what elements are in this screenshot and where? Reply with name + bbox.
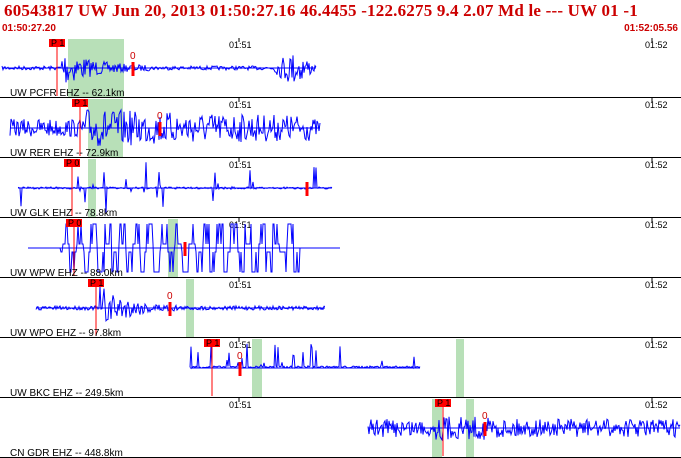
s-pick-label: 0 <box>167 291 173 302</box>
event-header: 60543817 UW Jun 20, 2013 01:50:27.16 46.… <box>0 0 681 38</box>
time-tick-label: 01:52 <box>645 280 668 290</box>
p-pick-label: P 1 <box>437 398 450 408</box>
station-label: UW GLK EHZ -- 78.8km <box>10 208 117 219</box>
s-pick-marker[interactable] <box>483 422 487 436</box>
station-label: UW RER EHZ -- 72.9km <box>10 148 118 159</box>
window-end-time: 01:52:05.56 <box>624 23 678 34</box>
waveform-trace <box>189 343 421 370</box>
time-tick-label: 01:52 <box>645 40 668 50</box>
time-tick-label: 01:51 <box>229 400 252 410</box>
s-pick-marker[interactable] <box>168 302 172 316</box>
p-pick-label: P 0 <box>68 218 81 228</box>
station-label: UW WPW EHZ -- 88.0km <box>10 268 123 279</box>
trace-row[interactable]: 01:51 01:52 P 1 0 UW WPO EHZ -- 97.8km <box>0 278 681 339</box>
trace-row[interactable]: 01:51 01:52 P 1 0 UW PCFR EHZ -- 62.1km <box>0 38 681 99</box>
p-pick-label: P 1 <box>51 38 64 48</box>
s-pick-label: 0 <box>237 351 243 362</box>
s-pick-marker[interactable] <box>305 182 309 196</box>
p-pick-label: P 1 <box>90 278 103 288</box>
waveform-trace <box>35 286 326 323</box>
time-tick-label: 01:51 <box>229 220 252 230</box>
s-pick-label: 0 <box>157 111 163 122</box>
s-pick-marker[interactable] <box>183 242 187 256</box>
time-tick-label: 01:52 <box>645 340 668 350</box>
trace-row[interactable]: 01:51 01:52 P 1 0 CN GDR EHZ -- 448.8km <box>0 398 681 458</box>
s-window-band <box>456 339 464 398</box>
time-tick-label: 01:51 <box>229 340 252 350</box>
trace-row[interactable]: 01:51 01:52 P 0 UW GLK EHZ -- 78.8km <box>0 158 681 219</box>
trace-row[interactable]: 01:51 01:52 P 1 0 UW RER EHZ -- 72.9km <box>0 98 681 159</box>
s-pick-marker[interactable] <box>238 362 242 376</box>
s-pick-marker[interactable] <box>158 122 162 136</box>
s-pick-label: 0 <box>482 411 488 422</box>
station-label: CN GDR EHZ -- 448.8km <box>10 448 123 458</box>
s-pick-marker[interactable] <box>131 62 135 76</box>
time-tick-label: 01:52 <box>645 400 668 410</box>
p-pick-label: P 1 <box>74 98 87 108</box>
trace-row[interactable]: 01:51 01:52 P 0 UW WPW EHZ -- 88.0km <box>0 218 681 279</box>
window-start-time: 01:50:27.20 <box>2 23 56 34</box>
time-tick-label: 01:51 <box>229 100 252 110</box>
p-pick-label: P 0 <box>66 158 79 168</box>
time-tick-label: 01:51 <box>229 40 252 50</box>
p-pick-label: P 1 <box>206 338 219 348</box>
station-label: UW PCFR EHZ -- 62.1km <box>10 88 124 99</box>
waveform-trace <box>1 55 317 83</box>
time-tick-label: 01:52 <box>645 100 668 110</box>
trace-row[interactable]: 01:51 01:52 P 1 0 UW BKC EHZ -- 249.5km <box>0 338 681 399</box>
time-tick-label: 01:51 <box>229 280 252 290</box>
time-tick-label: 01:51 <box>229 160 252 170</box>
time-tick-label: 01:52 <box>645 220 668 230</box>
seismogram-svg[interactable]: 01:51 01:52P 10UW PCFR EHZ -- 62.1km01:51… <box>0 38 681 458</box>
s-pick-label: 0 <box>130 51 136 62</box>
station-label: UW BKC EHZ -- 249.5km <box>10 388 123 399</box>
station-label: UW WPO EHZ -- 97.8km <box>10 328 121 339</box>
time-tick-label: 01:52 <box>645 160 668 170</box>
event-title: 60543817 UW Jun 20, 2013 01:50:27.16 46.… <box>4 1 638 20</box>
seismogram-panel[interactable]: 01:51 01:52 P 1 0 UW PCFR EHZ -- 62.1km 01:51… <box>0 38 681 458</box>
